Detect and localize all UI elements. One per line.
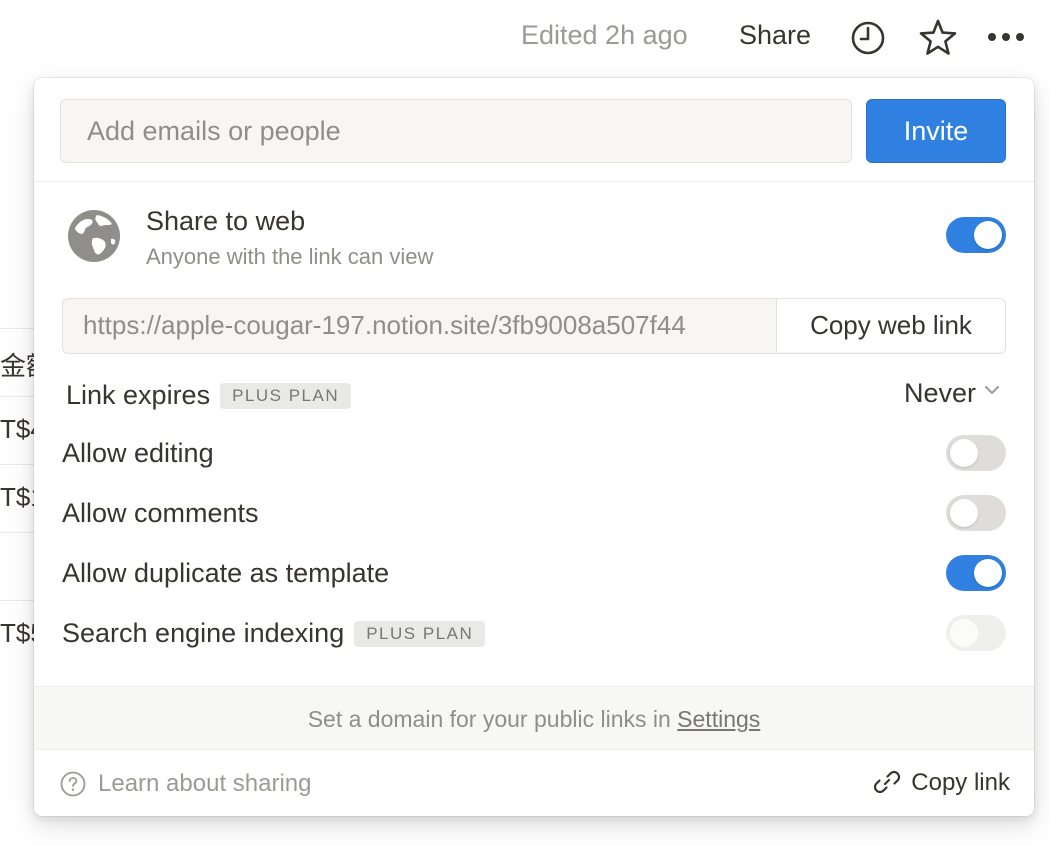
- link-expires-row: Link expires PLUS PLAN: [66, 380, 352, 411]
- link-icon: [874, 770, 901, 794]
- email-input[interactable]: [60, 99, 852, 163]
- allow-comments-label: Allow comments: [62, 498, 259, 528]
- table-divider: [0, 328, 36, 329]
- more-icon[interactable]: [985, 22, 1027, 52]
- allow-duplicate-toggle[interactable]: [946, 555, 1006, 591]
- invite-row: Invite: [34, 78, 1034, 182]
- allow-comments-toggle[interactable]: [946, 495, 1006, 531]
- chevron-down-icon: [985, 386, 999, 394]
- clock-icon[interactable]: [850, 20, 886, 56]
- web-link-url[interactable]: https://apple-cougar-197.notion.site/3fb…: [63, 299, 776, 352]
- allow-duplicate-label: Allow duplicate as template: [62, 558, 390, 588]
- top-bar: Edited 2h ago Share: [0, 0, 1050, 72]
- search-indexing-toggle: [946, 615, 1006, 651]
- search-indexing-label: Search engine indexing: [62, 618, 345, 648]
- settings-link[interactable]: Settings: [677, 706, 760, 732]
- share-to-web-subtitle: Anyone with the link can view: [146, 244, 434, 269]
- learn-about-sharing-link[interactable]: Learn about sharing: [98, 770, 312, 798]
- link-expires-dropdown[interactable]: Never: [904, 378, 1002, 409]
- edited-timestamp: Edited 2h ago: [521, 20, 688, 50]
- copy-link-button[interactable]: Copy link: [873, 768, 1010, 797]
- share-to-web-title: Share to web: [146, 206, 306, 236]
- help-icon[interactable]: [60, 771, 86, 797]
- table-divider: [0, 600, 36, 601]
- domain-note: Set a domain for your public links in Se…: [34, 686, 1034, 750]
- domain-note-text: Set a domain for your public links in: [307, 706, 678, 732]
- copy-web-link-button[interactable]: Copy web link: [776, 299, 1005, 352]
- share-button[interactable]: Share: [739, 20, 811, 51]
- link-expires-label: Link expires: [66, 380, 211, 410]
- invite-button[interactable]: Invite: [866, 99, 1006, 163]
- star-icon[interactable]: [918, 18, 958, 58]
- share-to-web-toggle[interactable]: [946, 217, 1006, 253]
- allow-editing-label: Allow editing: [62, 438, 214, 468]
- allow-editing-toggle[interactable]: [946, 435, 1006, 471]
- table-divider: [0, 396, 36, 397]
- search-indexing-row: Search engine indexing PLUS PLAN: [62, 618, 486, 649]
- plus-plan-badge: PLUS PLAN: [220, 383, 352, 409]
- copy-link-label: Copy link: [911, 769, 1010, 796]
- share-popover: Invite Share to web Anyone with the link…: [34, 78, 1034, 816]
- table-divider: [0, 464, 36, 465]
- link-expires-value: Never: [903, 378, 976, 408]
- table-divider: [0, 532, 36, 533]
- globe-icon: [68, 210, 120, 262]
- web-link-box: https://apple-cougar-197.notion.site/3fb…: [62, 298, 1006, 354]
- share-footer: Learn about sharing Copy link: [34, 750, 1034, 816]
- plus-plan-badge: PLUS PLAN: [354, 621, 486, 647]
